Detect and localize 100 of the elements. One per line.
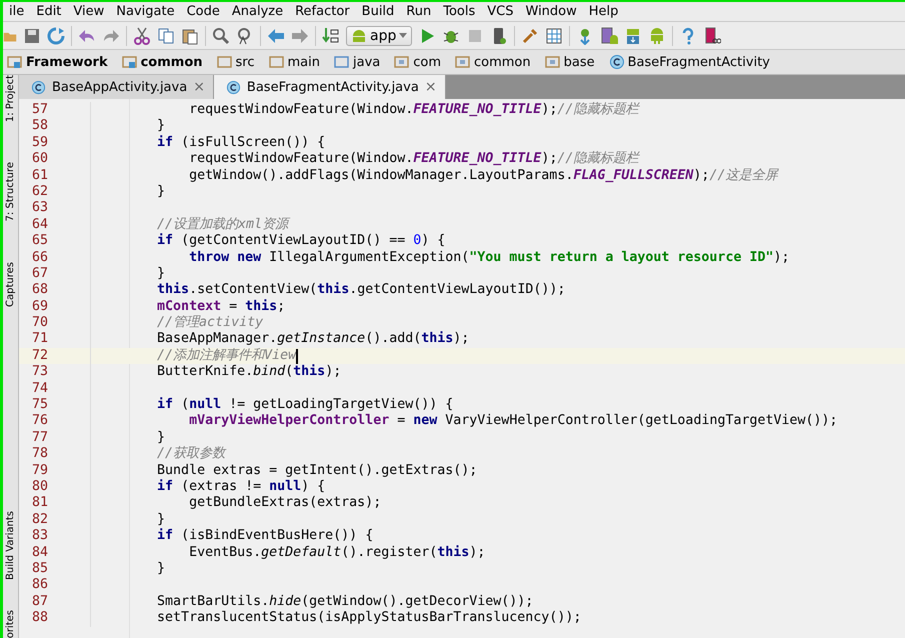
code-line: if (null != getLoadingTargetView()) {: [156, 397, 454, 413]
folder-icon: [216, 54, 232, 70]
close-icon[interactable]: ×: [193, 79, 205, 95]
menu-item[interactable]: Analyze: [226, 4, 290, 19]
menu-item[interactable]: Refactor: [289, 4, 356, 19]
menu-item[interactable]: Navigate: [110, 4, 181, 19]
source-folder-icon: [334, 54, 349, 70]
line-number: 76: [30, 413, 48, 430]
tool-window-button[interactable]: orites: [3, 610, 18, 638]
copy-icon[interactable]: [157, 26, 175, 44]
text-cursor: [296, 348, 298, 364]
class-icon: [608, 54, 624, 70]
line-number: 81: [30, 495, 48, 512]
cut-icon[interactable]: [133, 26, 151, 44]
code-line: requestWindowFeature(Window.FEATURE_NO_TITLE);//隐藏标题栏: [188, 102, 638, 118]
code-line: mVaryViewHelperController = new VaryViewHelperController(getLoadingTargetView());: [188, 413, 838, 430]
line-number: 72: [30, 348, 48, 364]
menu-item[interactable]: Run: [400, 4, 438, 19]
line-number: 74: [30, 380, 48, 398]
code-line: Bundle extras = getIntent().getExtras();: [156, 462, 478, 479]
line-number: 86: [30, 577, 48, 594]
menu-item[interactable]: Code: [180, 4, 226, 19]
menu-item[interactable]: View: [67, 4, 110, 19]
code-line: if (extras != null) {: [156, 478, 326, 496]
menu-item[interactable]: ile: [3, 4, 30, 19]
module-folder-icon: [7, 54, 22, 70]
line-number: 77: [30, 430, 48, 446]
line-number: 62: [30, 184, 48, 200]
line-number: 82: [30, 512, 48, 528]
line-number: 68: [30, 282, 48, 299]
line-number: 84: [30, 544, 48, 561]
code-line: setTranslucentStatus(isApplyStatusBarTranslucency());: [156, 610, 582, 626]
tool-window-button[interactable]: Captures: [3, 262, 18, 307]
line-number: 65: [30, 233, 48, 250]
line-number: 64: [30, 216, 48, 234]
folder-icon: [268, 54, 284, 70]
menu-item[interactable]: Tools: [437, 4, 482, 19]
class-icon: [31, 80, 46, 94]
code-line: if (isFullScreen()) {: [156, 134, 326, 152]
menu-item[interactable]: Help: [582, 4, 624, 19]
code-line: if (isBindEventBusHere()) {: [156, 528, 374, 545]
code-line: }: [156, 560, 166, 578]
code-line: ButterKnife.bind(this);: [156, 364, 342, 381]
code-line: getWindow().addFlags(WindowManager.LayoutParams.FLAG_FULLSCREEN);//这是全屏: [188, 168, 778, 184]
line-number: 61: [30, 168, 48, 184]
sync-icon[interactable]: [47, 26, 65, 44]
save-icon[interactable]: [23, 26, 41, 44]
device-android-icon[interactable]: [600, 26, 618, 44]
line-number: 57: [30, 102, 48, 118]
code-line: SmartBarUtils.hide(getWindow().getDecorView());: [156, 594, 534, 610]
code-line: }: [156, 184, 166, 200]
back-arrow-icon[interactable]: [267, 26, 285, 44]
caret-icon: [399, 32, 408, 38]
code-line: requestWindowFeature(Window.FEATURE_NO_TITLE);//隐藏标题栏: [188, 151, 638, 168]
code-line: getBundleExtras(extras);: [188, 495, 382, 512]
close-icon[interactable]: ×: [424, 79, 437, 95]
paste-icon[interactable]: [181, 26, 199, 44]
device-monitor-icon[interactable]: [703, 26, 722, 44]
code-line: }: [156, 266, 166, 282]
menu-item[interactable]: Build: [356, 4, 400, 19]
code-line: //添加注解事件和View: [156, 348, 298, 364]
module-folder-icon: [122, 54, 137, 70]
line-number: 69: [30, 298, 48, 316]
forward-arrow-icon[interactable]: [291, 26, 309, 44]
code-line: if (getContentViewLayoutID() == 0) {: [156, 233, 446, 250]
line-number: 78: [30, 446, 48, 463]
menu-item[interactable]: Edit: [30, 4, 68, 19]
file-tab[interactable]: BaseAppActivity.java ×: [19, 75, 214, 99]
line-number: 60: [30, 151, 48, 168]
package-folder-icon: [394, 54, 410, 70]
line-number: 58: [30, 118, 48, 135]
package-folder-icon: [455, 54, 470, 70]
code-line: //管理activity: [156, 315, 264, 332]
file-tab[interactable]: BaseFragmentActivity.java ×: [214, 75, 446, 99]
line-number: 59: [30, 134, 48, 152]
code-line: EventBus.getDefault().register(this);: [188, 544, 486, 561]
tool-window-button[interactable]: Build Variants: [3, 510, 18, 580]
menu-item[interactable]: VCS: [481, 4, 520, 19]
build-icon[interactable]: [322, 26, 340, 44]
code-line: }: [156, 512, 166, 528]
code-line: }: [156, 430, 166, 446]
line-number: 80: [30, 478, 48, 496]
grid-icon[interactable]: [545, 26, 564, 44]
search-icon[interactable]: [212, 26, 230, 44]
line-number: 85: [30, 560, 48, 578]
line-number: 79: [30, 462, 48, 479]
code-line: }: [156, 118, 166, 135]
line-number: 70: [30, 315, 48, 332]
tool-window-button[interactable]: 1: Project: [3, 75, 18, 122]
tool-window-button[interactable]: 7: Structure: [3, 162, 18, 222]
line-number: 87: [30, 594, 48, 610]
line-number: 83: [30, 528, 48, 545]
line-number: 67: [30, 266, 48, 282]
run-configuration-dropdown[interactable]: app: [346, 26, 412, 46]
code-line: mContext = this;: [156, 298, 286, 315]
line-number: 63: [30, 200, 48, 217]
line-number: 71: [30, 331, 48, 348]
code-line: this.setContentView(this.getContentViewLayoutID());: [156, 282, 566, 299]
android-icon: [351, 28, 367, 44]
menu-item[interactable]: Window: [520, 4, 583, 19]
